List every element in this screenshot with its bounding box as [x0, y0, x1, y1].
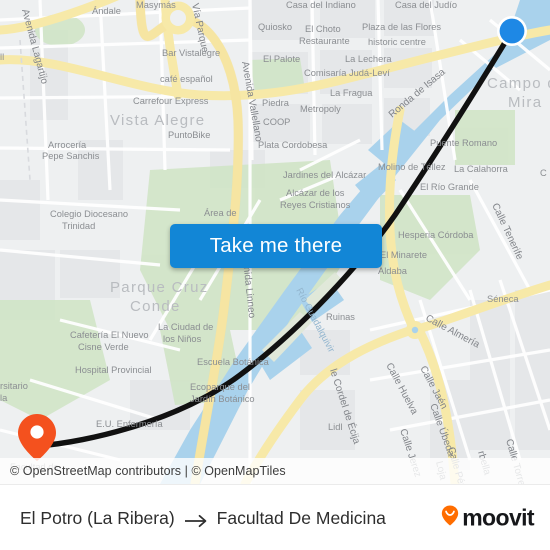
route-destination-label: Facultad De Medicina [216, 507, 386, 528]
svg-text:Campo de: Campo de [487, 75, 550, 92]
svg-text:ll: ll [0, 52, 4, 62]
svg-text:Aldaba: Aldaba [378, 266, 408, 276]
svg-text:Jardines del Alcázar: Jardines del Alcázar [283, 170, 366, 180]
svg-text:El Palote: El Palote [263, 54, 300, 64]
svg-text:café español: café español [160, 74, 213, 84]
svg-text:Parque Cruz: Parque Cruz [110, 279, 209, 296]
svg-text:Plaza de las Flores: Plaza de las Flores [362, 22, 441, 32]
svg-text:Cisne Verde: Cisne Verde [78, 342, 129, 352]
route-origin-label: El Potro (La Ribera) [20, 507, 175, 528]
svg-text:Masymás: Masymás [136, 0, 176, 10]
svg-text:Trinidad: Trinidad [62, 221, 95, 231]
map-attribution: © OpenStreetMap contributors | © OpenMap… [0, 458, 550, 484]
moovit-wordmark: moovit [462, 504, 534, 531]
svg-text:Área de: Área de [204, 208, 237, 218]
svg-text:Conde: Conde [130, 298, 181, 315]
origin-marker-icon [497, 16, 527, 46]
svg-text:Arrocería: Arrocería [48, 140, 87, 150]
svg-text:Cafetería El Nuevo: Cafetería El Nuevo [70, 330, 149, 340]
svg-text:Plata Cordobesa: Plata Cordobesa [258, 140, 328, 150]
arrow-right-icon [184, 512, 208, 528]
svg-text:Comisaría Judá-Leví: Comisaría Judá-Leví [304, 68, 390, 78]
svg-text:Mira: Mira [508, 94, 542, 111]
route-footer: El Potro (La Ribera) Facultad De Medicin… [0, 484, 550, 550]
svg-text:Colegio Diocesano: Colegio Diocesano [50, 209, 128, 219]
svg-text:El Minarete: El Minarete [380, 250, 427, 260]
svg-text:El Río Grande: El Río Grande [420, 182, 479, 192]
svg-text:la: la [0, 393, 8, 403]
svg-text:PuntoBike: PuntoBike [168, 130, 210, 140]
svg-text:Metropoly: Metropoly [300, 104, 341, 114]
svg-text:Casa del Judío: Casa del Judío [395, 0, 457, 10]
svg-text:Séneca: Séneca [487, 294, 519, 304]
svg-text:Ándale: Ándale [92, 6, 121, 16]
attribution-text: © OpenStreetMap contributors | © OpenMap… [10, 464, 286, 478]
svg-text:Hospital Provincial: Hospital Provincial [75, 365, 151, 375]
svg-text:La Lechera: La Lechera [345, 54, 392, 64]
svg-text:COOP: COOP [263, 117, 290, 127]
svg-text:los Niños: los Niños [163, 334, 202, 344]
svg-text:El Choto: El Choto [305, 24, 341, 34]
moovit-logo[interactable]: moovit [440, 504, 535, 532]
svg-text:Ecoparque del: Ecoparque del [190, 382, 250, 392]
svg-text:Puente Romano: Puente Romano [430, 138, 497, 148]
svg-text:La Calahorra: La Calahorra [454, 164, 509, 174]
svg-text:La Fragua: La Fragua [330, 88, 373, 98]
svg-text:E.U. Enfermería: E.U. Enfermería [96, 419, 163, 429]
svg-text:Ruinas: Ruinas [326, 312, 355, 322]
svg-text:Lidl: Lidl [328, 422, 342, 432]
svg-text:Carrefour Express: Carrefour Express [133, 96, 209, 106]
route-summary: El Potro (La Ribera) Facultad De Medicin… [0, 508, 386, 529]
take-me-there-label: Take me there [209, 233, 343, 257]
svg-text:C: C [540, 168, 547, 178]
svg-text:Vista Alegre: Vista Alegre [110, 112, 205, 129]
svg-text:Casa del Indiano: Casa del Indiano [286, 0, 356, 10]
svg-text:Molino de Téllez: Molino de Téllez [378, 162, 446, 172]
svg-text:historic centre: historic centre [368, 37, 426, 47]
svg-text:Alcázar de los: Alcázar de los [286, 188, 345, 198]
svg-text:rsitario: rsitario [0, 381, 28, 391]
moovit-pin-smile-icon [440, 505, 460, 532]
moovit-route-card: Avenida Lagartijo Vía Parque Avenida Val… [0, 0, 550, 550]
svg-text:Quiosko: Quiosko [258, 22, 292, 32]
svg-text:Bar Vistalegre: Bar Vistalegre [162, 48, 220, 58]
svg-text:Restaurante: Restaurante [299, 36, 350, 46]
svg-text:Hesperia Córdoba: Hesperia Córdoba [398, 230, 474, 240]
svg-text:Escuela Botánica: Escuela Botánica [197, 357, 270, 367]
svg-text:Jardín Botánico: Jardín Botánico [190, 394, 255, 404]
take-me-there-button[interactable]: Take me there [170, 224, 382, 268]
svg-text:La Ciudad de: La Ciudad de [158, 322, 213, 332]
svg-text:Piedra: Piedra [262, 98, 290, 108]
svg-text:Reyes Cristianos: Reyes Cristianos [280, 200, 351, 210]
svg-text:Pepe Sanchis: Pepe Sanchis [42, 151, 100, 161]
